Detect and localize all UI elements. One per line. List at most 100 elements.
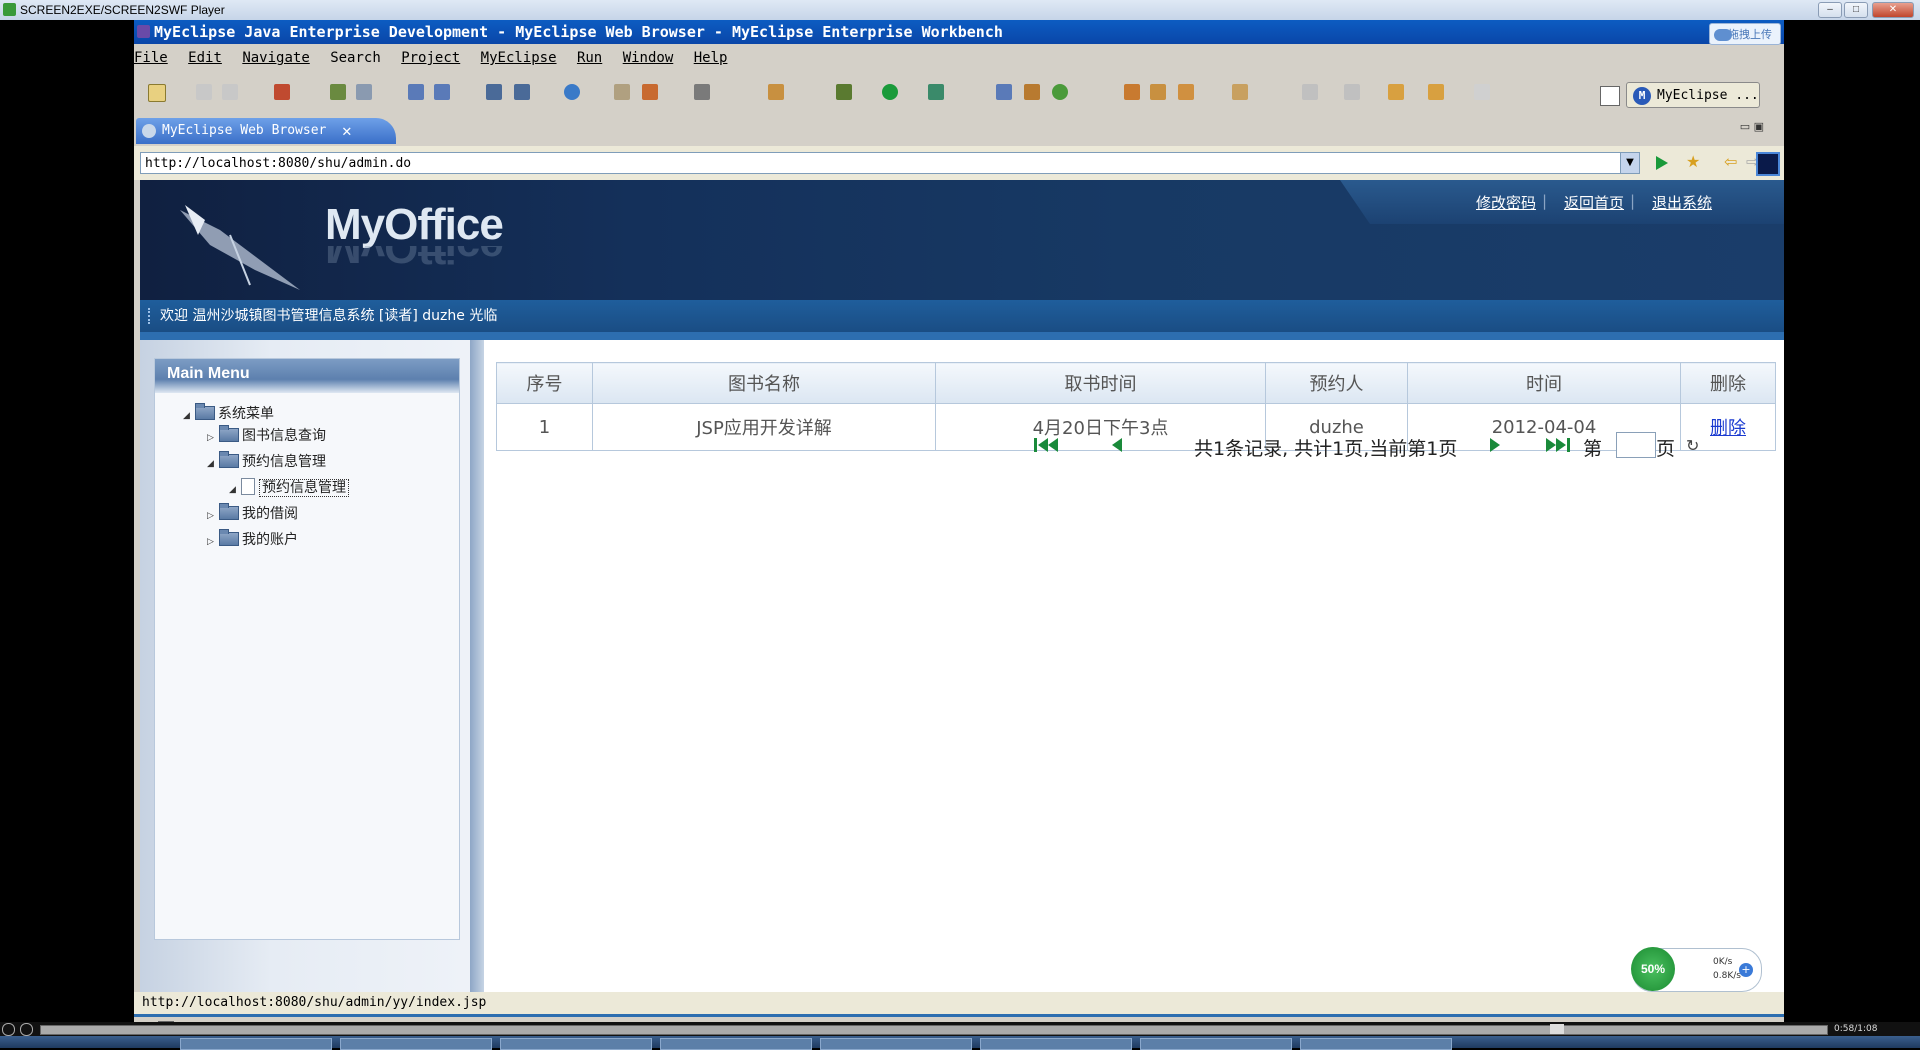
wizard-icon[interactable] (768, 84, 784, 100)
tree-item-my-account[interactable]: ▷ 我的账户 (207, 529, 298, 551)
new-icon[interactable] (148, 84, 166, 102)
debug-icon[interactable] (836, 84, 852, 100)
camera-icon[interactable] (694, 84, 710, 100)
taskbar-item[interactable] (660, 1038, 812, 1050)
upload-button[interactable]: 拖拽上传 (1709, 23, 1781, 45)
tree-item-label: 我的账户 (242, 532, 298, 548)
database-icon[interactable] (1124, 84, 1140, 100)
prev-annotation-icon[interactable] (1302, 84, 1318, 100)
menu-myeclipse[interactable]: MyEclipse (481, 50, 557, 66)
open-perspective-icon[interactable] (1600, 86, 1620, 106)
plugin-icon[interactable] (1150, 84, 1166, 100)
last-page-icon[interactable] (1567, 438, 1570, 452)
print-icon[interactable] (222, 84, 238, 100)
folder-icon (219, 503, 239, 520)
back-icon[interactable] (1428, 84, 1444, 100)
external-tools-icon[interactable] (928, 84, 944, 100)
package-icon[interactable] (274, 84, 290, 100)
go-icon[interactable] (1656, 156, 1668, 170)
change-password-link[interactable]: 修改密码 (1476, 192, 1536, 213)
logout-link[interactable]: 退出系统 (1652, 192, 1712, 213)
menu-window[interactable]: Window (623, 50, 674, 66)
status-bar: http://localhost:8080/shu/admin/yy/index… (134, 992, 1784, 1014)
close-tab-icon[interactable]: ✕ (342, 118, 352, 144)
tab-web-browser[interactable]: MyEclipse Web Browser ✕ (136, 118, 396, 144)
refresh-icon[interactable] (1052, 84, 1068, 100)
taskbar-item[interactable] (1140, 1038, 1292, 1050)
server-icon[interactable] (356, 84, 372, 100)
sidebar-splitter[interactable] (470, 340, 484, 992)
taskbar-item[interactable] (1300, 1038, 1452, 1050)
tree-item-reservation-manage[interactable]: ◢ 预约信息管理 (229, 477, 349, 499)
last-edit-icon[interactable] (1388, 84, 1404, 100)
open-type-icon[interactable] (486, 84, 502, 100)
perspective-switcher[interactable]: M MyEclipse ... (1626, 82, 1760, 108)
settings-icon[interactable] (330, 84, 346, 100)
first-page-icon-arrow1[interactable] (1038, 438, 1048, 452)
plus-icon[interactable]: + (1739, 963, 1753, 977)
tree-item-reservation[interactable]: ◢ 预约信息管理 (207, 451, 326, 473)
next-annotation-icon[interactable] (1344, 84, 1360, 100)
menu-search[interactable]: Search (330, 50, 381, 66)
menu-file[interactable]: File (134, 50, 168, 66)
folder-icon[interactable] (614, 84, 630, 100)
collapsed-arrow-icon[interactable]: ▷ (207, 505, 219, 527)
prev-page-icon[interactable] (1112, 438, 1122, 452)
next-page-icon[interactable] (1490, 438, 1500, 452)
run-icon[interactable] (882, 84, 898, 100)
page-number-input[interactable] (1616, 432, 1656, 458)
expanded-arrow-icon[interactable]: ◢ (207, 453, 219, 475)
taskbar-item[interactable] (340, 1038, 492, 1050)
forward-icon[interactable] (1474, 84, 1490, 100)
pause-icon[interactable] (2, 1023, 15, 1036)
stop-icon[interactable] (1756, 152, 1780, 176)
edit-icon[interactable] (996, 84, 1012, 100)
stop-icon[interactable] (20, 1023, 33, 1036)
save-icon[interactable] (196, 84, 212, 100)
minimize-icon[interactable]: – (1818, 2, 1842, 18)
maximize-icon[interactable]: □ (1844, 2, 1868, 18)
taskbar-item[interactable] (820, 1038, 972, 1050)
menu-navigate[interactable]: Navigate (242, 50, 309, 66)
import-icon[interactable] (642, 84, 658, 100)
menu-edit[interactable]: Edit (188, 50, 222, 66)
home-link[interactable]: 返回首页 (1564, 192, 1624, 213)
cell-no: 1 (496, 403, 593, 451)
taskbar-item[interactable] (980, 1038, 1132, 1050)
favorites-icon[interactable]: ★ (1686, 152, 1702, 171)
network-percent: 50% (1631, 947, 1675, 991)
taskbar-item[interactable] (500, 1038, 652, 1050)
file-icon (241, 478, 255, 495)
seek-thumb[interactable] (1550, 1024, 1564, 1034)
menu-project[interactable]: Project (401, 50, 460, 66)
deploy-icon[interactable] (408, 84, 424, 100)
url-dropdown-icon[interactable]: ▼ (1620, 153, 1639, 173)
tree-item-book-search[interactable]: ▷ 图书信息查询 (207, 425, 326, 447)
tree-root[interactable]: ◢ 系统菜单 (183, 403, 274, 425)
first-page-icon[interactable] (1034, 438, 1037, 452)
open-resource-icon[interactable] (514, 84, 530, 100)
tree-item-my-borrow[interactable]: ▷ 我的借阅 (207, 503, 298, 525)
last-page-icon-arrow1[interactable] (1546, 438, 1556, 452)
deploy-config-icon[interactable] (434, 84, 450, 100)
hand-icon[interactable] (1178, 84, 1194, 100)
back-arrow-icon[interactable]: ⇦ (1724, 152, 1740, 171)
url-input[interactable]: http://localhost:8080/shu/admin.do (140, 152, 1640, 174)
collapsed-arrow-icon[interactable]: ▷ (207, 427, 219, 449)
grid-icon[interactable] (1024, 84, 1040, 100)
close-icon[interactable]: ✕ (1872, 2, 1914, 18)
browser-url-bar: http://localhost:8080/shu/admin.do ▼ ★ ⇦… (134, 146, 1784, 180)
menu-run[interactable]: Run (577, 50, 602, 66)
open-folder-icon[interactable] (1232, 84, 1248, 100)
taskbar-item[interactable] (180, 1038, 332, 1050)
go-page-icon[interactable]: ↻ (1686, 436, 1706, 455)
collapsed-arrow-icon[interactable]: ▷ (207, 531, 219, 553)
last-page-icon-arrow2[interactable] (1556, 438, 1566, 452)
folder-icon (195, 403, 215, 420)
minimize-view-icon[interactable]: ▭ ▣ (1740, 120, 1764, 133)
main-content: 序号 图书名称 取书时间 预约人 时间 删除 1 JSP应用开发详解 4月20日… (484, 340, 1784, 992)
globe-icon[interactable] (564, 84, 580, 100)
menu-help[interactable]: Help (694, 50, 728, 66)
expanded-arrow-icon[interactable]: ◢ (183, 405, 195, 427)
first-page-icon-arrow2[interactable] (1048, 438, 1058, 452)
